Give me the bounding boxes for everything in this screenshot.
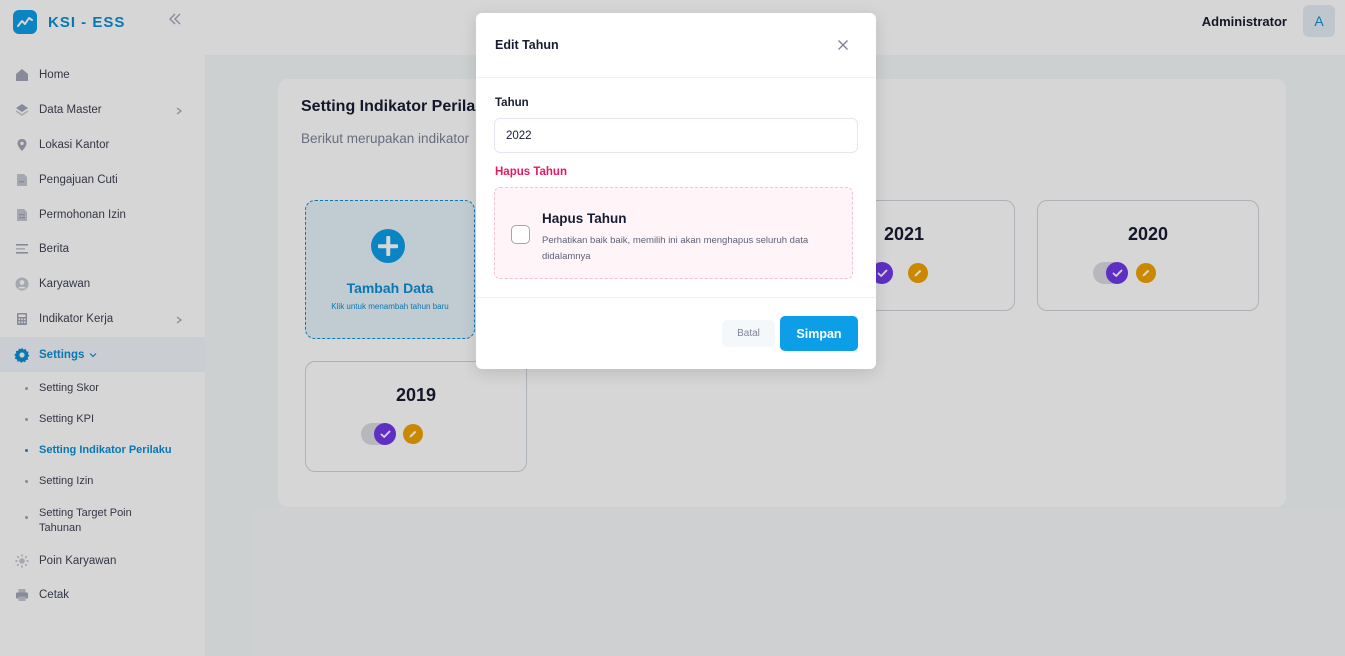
year-input[interactable] [494,118,858,153]
delete-option-warning: Perhatikan baik baik, memilih ini akan m… [542,235,809,262]
delete-section-label: Hapus Tahun [495,166,567,178]
modal-header-divider [476,77,876,78]
close-icon[interactable] [837,38,851,52]
cancel-button[interactable]: Batal [722,320,775,347]
delete-option-title: Hapus Tahun [542,211,627,226]
edit-year-modal: Edit Tahun Tahun Hapus Tahun Hapus Tahun… [476,13,876,369]
modal-title: Edit Tahun [495,38,559,52]
delete-year-option[interactable]: Hapus Tahun Perhatikan baik baik, memili… [494,187,853,279]
save-button[interactable]: Simpan [780,316,858,351]
modal-footer-divider [476,297,876,298]
delete-year-checkbox[interactable] [511,225,530,244]
year-field-label: Tahun [495,97,529,109]
